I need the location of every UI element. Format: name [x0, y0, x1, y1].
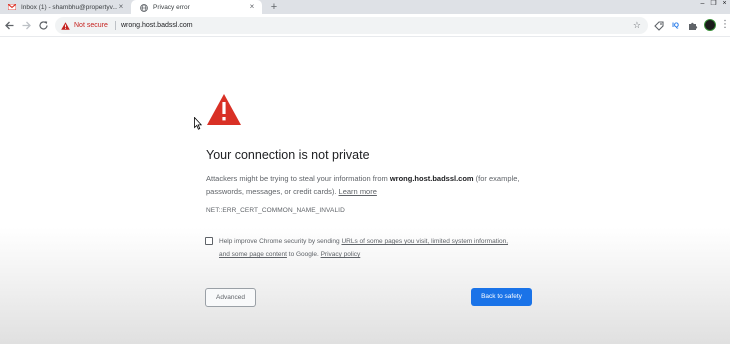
forward-arrow-icon[interactable]	[20, 19, 33, 32]
url-text[interactable]: wrong.host.badssl.com	[121, 20, 193, 31]
avatar[interactable]	[704, 19, 716, 31]
iq-extension-icon[interactable]: IQ	[670, 20, 681, 31]
help-text: Help improve Chrome security by sending	[219, 238, 342, 245]
globe-icon	[140, 3, 148, 12]
description: Attackers might be trying to steal your …	[206, 173, 526, 198]
desc-text: Attackers might be trying to steal your …	[206, 174, 390, 183]
restore-icon[interactable]: ❐	[708, 0, 719, 10]
warning-triangle-icon	[207, 94, 241, 125]
new-tab-button[interactable]: +	[268, 1, 280, 13]
toolbar: Not secure wrong.host.badssl.com ☆ IQ ⋮	[0, 14, 730, 37]
tab-privacy-error[interactable]: Privacy error ×	[131, 0, 262, 15]
tab-title: Inbox (1) - shambhu@propertyv...	[21, 3, 117, 11]
security-chip[interactable]: Not secure	[61, 20, 108, 31]
advanced-button[interactable]: Advanced	[205, 288, 256, 307]
learn-more-link[interactable]: Learn more	[339, 187, 377, 196]
close-window-icon[interactable]: ×	[719, 0, 730, 10]
help-text: to Google.	[286, 251, 321, 258]
puzzle-icon[interactable]	[687, 20, 698, 31]
tab-title: Privacy error	[153, 4, 190, 11]
privacy-policy-link[interactable]: Privacy policy	[321, 251, 361, 258]
menu-dots-icon[interactable]: ⋮	[720, 18, 730, 32]
close-icon[interactable]: ×	[248, 3, 256, 11]
help-improve-text: Help improve Chrome security by sending …	[219, 235, 519, 261]
error-code: NET::ERR_CERT_COMMON_NAME_INVALID	[206, 207, 345, 214]
address-bar[interactable]: Not secure wrong.host.badssl.com ☆	[55, 17, 648, 34]
mouse-cursor-icon	[194, 117, 202, 130]
warning-triangle-icon	[61, 17, 70, 35]
reload-icon[interactable]	[37, 19, 50, 32]
host-name: wrong.host.badssl.com	[389, 174, 474, 183]
interstitial-page: Your connection is not private Attackers…	[0, 37, 730, 344]
tab-strip: Inbox (1) - shambhu@propertyv... × Priva…	[0, 0, 730, 15]
page-title: Your connection is not private	[206, 148, 370, 162]
tag-icon[interactable]	[653, 20, 664, 31]
back-arrow-icon[interactable]	[3, 19, 16, 32]
minimize-icon[interactable]: –	[697, 0, 708, 10]
close-icon[interactable]: ×	[117, 3, 125, 11]
back-to-safety-button[interactable]: Back to safety	[471, 288, 532, 306]
window-controls: – ❐ ×	[697, 0, 730, 10]
divider	[115, 21, 116, 30]
bookmark-star-icon[interactable]: ☆	[633, 20, 641, 31]
help-improve-checkbox[interactable]	[205, 237, 213, 245]
security-label: Not secure	[74, 22, 108, 29]
gmail-icon	[8, 3, 16, 11]
tab-inbox[interactable]: Inbox (1) - shambhu@propertyv... ×	[0, 0, 131, 14]
